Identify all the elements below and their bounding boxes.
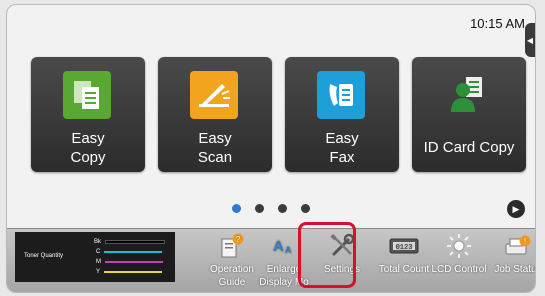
tile-label: Easy Fax bbox=[325, 130, 359, 166]
svg-text:A: A bbox=[273, 238, 284, 255]
toner-row-m: M bbox=[96, 259, 163, 265]
svg-text:A: A bbox=[285, 245, 292, 255]
total-count-button[interactable]: 0123 Total Count bbox=[375, 229, 433, 276]
tile-label: Easy Scan bbox=[197, 130, 233, 166]
toner-row-y: Y bbox=[96, 269, 163, 275]
id-card-copy-icon bbox=[444, 71, 492, 119]
lcd-control-button[interactable]: LCD Control bbox=[427, 229, 491, 276]
svg-text:0123: 0123 bbox=[396, 244, 413, 252]
easy-scan-tile[interactable]: Easy Scan bbox=[158, 57, 272, 172]
touch-panel-screen: 10:15 AM ◀ Easy Copy Easy Scan Easy Fax ID … bbox=[6, 4, 536, 293]
toner-row-bk: Bk bbox=[94, 239, 166, 245]
easy-fax-tile[interactable]: Easy Fax bbox=[285, 57, 399, 172]
button-label: LCD Control bbox=[431, 264, 487, 275]
fax-icon bbox=[317, 71, 365, 119]
operation-guide-icon: ? bbox=[203, 229, 261, 263]
page-dot[interactable] bbox=[278, 204, 287, 213]
play-icon: ▶ bbox=[512, 203, 520, 214]
svg-text:?: ? bbox=[236, 235, 241, 244]
toner-row-c: C bbox=[96, 249, 163, 255]
page-dot[interactable] bbox=[232, 204, 241, 213]
scan-icon bbox=[190, 71, 238, 119]
clock: 10:15 AM bbox=[470, 16, 525, 31]
easy-copy-tile[interactable]: Easy Copy bbox=[31, 57, 145, 172]
page-indicator bbox=[7, 204, 535, 213]
job-status-button[interactable]: ! Job Status bbox=[489, 229, 535, 276]
toner-label: Toner Quantity bbox=[24, 253, 64, 259]
page-dot[interactable] bbox=[301, 204, 310, 213]
button-label: Job Status bbox=[494, 264, 535, 275]
button-label: Operation Guide bbox=[210, 264, 254, 288]
home-tiles: Easy Copy Easy Scan Easy Fax ID Card Copy bbox=[31, 57, 526, 172]
settings-highlight-frame bbox=[298, 222, 356, 288]
svg-text:!: ! bbox=[524, 237, 526, 246]
bottom-toolbar: Toner Quantity Bk C M Y ? Operation Guide… bbox=[7, 228, 535, 292]
side-panel-tab[interactable]: ◀ bbox=[525, 23, 535, 57]
button-label: Total Count bbox=[378, 264, 430, 275]
brightness-icon bbox=[427, 229, 491, 263]
job-status-icon: ! bbox=[489, 229, 535, 263]
tile-label: ID Card Copy bbox=[423, 139, 515, 156]
page-dot[interactable] bbox=[255, 204, 264, 213]
toolbar-buttons: ? Operation Guide AA Enlarge Display Mo Se… bbox=[203, 229, 535, 292]
counter-icon: 0123 bbox=[375, 229, 433, 263]
toner-quantity-panel: Toner Quantity Bk C M Y bbox=[15, 232, 175, 282]
id-card-copy-tile[interactable]: ID Card Copy bbox=[412, 57, 526, 172]
operation-guide-button[interactable]: ? Operation Guide bbox=[203, 229, 261, 289]
next-page-button[interactable]: ▶ bbox=[507, 200, 525, 218]
chevron-left-icon: ◀ bbox=[526, 35, 534, 45]
copy-icon bbox=[63, 71, 111, 119]
tile-label: Easy Copy bbox=[70, 130, 106, 166]
